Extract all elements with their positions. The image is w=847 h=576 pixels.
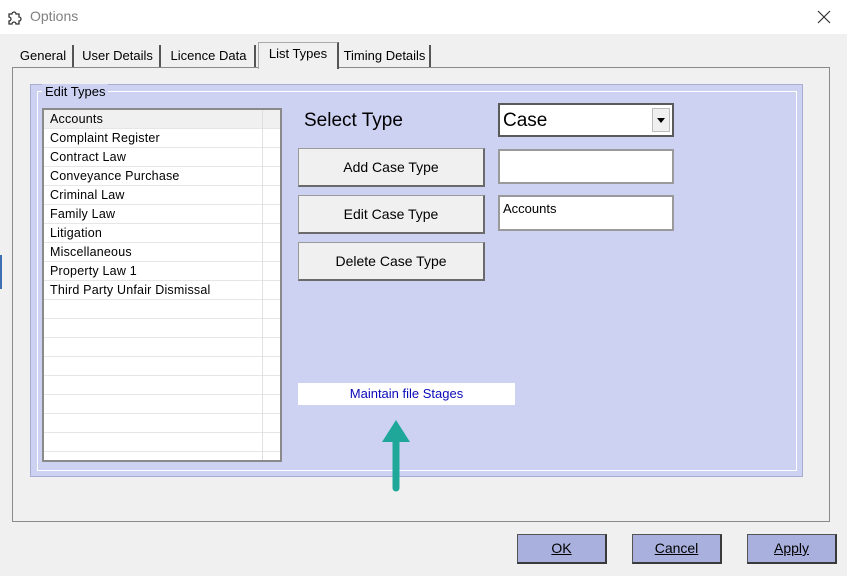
edit-case-type-button[interactable]: Edit Case Type bbox=[298, 195, 485, 234]
close-icon[interactable] bbox=[815, 8, 833, 26]
list-item[interactable]: Criminal Law bbox=[44, 186, 280, 205]
tab-timing-details[interactable]: Timing Details bbox=[340, 45, 431, 67]
maintain-file-stages-link[interactable]: Maintain file Stages bbox=[298, 383, 515, 405]
puzzle-piece-icon bbox=[8, 11, 22, 25]
list-item[interactable]: Miscellaneous bbox=[44, 243, 280, 262]
title-bar: Options bbox=[0, 0, 847, 34]
empty-list-row bbox=[44, 376, 280, 395]
window-title: Options bbox=[30, 8, 79, 24]
add-case-type-input[interactable] bbox=[498, 149, 674, 184]
list-column-divider bbox=[262, 110, 263, 460]
list-item[interactable]: Property Law 1 bbox=[44, 262, 280, 281]
tab-user-details[interactable]: User Details bbox=[76, 45, 161, 67]
edit-case-type-input[interactable]: Accounts bbox=[498, 195, 674, 231]
empty-list-row bbox=[44, 414, 280, 433]
edit-case-type-value: Accounts bbox=[503, 201, 557, 216]
arrow-up-icon bbox=[382, 420, 410, 492]
list-item[interactable]: Contract Law bbox=[44, 148, 280, 167]
empty-list-row bbox=[44, 338, 280, 357]
empty-list-row bbox=[44, 319, 280, 338]
edit-types-legend: Edit Types bbox=[42, 84, 109, 99]
list-item[interactable]: Accounts bbox=[44, 110, 280, 129]
select-type-label: Select Type bbox=[304, 110, 403, 131]
chevron-down-icon[interactable] bbox=[652, 108, 670, 132]
ok-button[interactable]: OK bbox=[517, 534, 607, 564]
delete-case-type-button[interactable]: Delete Case Type bbox=[298, 242, 485, 281]
cancel-button[interactable]: Cancel bbox=[632, 534, 722, 564]
window-edge-accent bbox=[0, 255, 2, 289]
list-item[interactable]: Conveyance Purchase bbox=[44, 167, 280, 186]
empty-list-row bbox=[44, 395, 280, 414]
select-type-value: Case bbox=[503, 110, 548, 131]
tab-list-types[interactable]: List Types bbox=[258, 42, 339, 69]
empty-list-row bbox=[44, 300, 280, 319]
apply-button[interactable]: Apply bbox=[747, 534, 837, 564]
tab-licence-data[interactable]: Licence Data bbox=[163, 45, 256, 67]
list-item[interactable]: Litigation bbox=[44, 224, 280, 243]
list-item[interactable]: Family Law bbox=[44, 205, 280, 224]
select-type-dropdown[interactable]: Case bbox=[498, 103, 674, 137]
tab-general[interactable]: General bbox=[14, 45, 74, 67]
empty-list-row bbox=[44, 357, 280, 376]
list-item[interactable]: Complaint Register bbox=[44, 129, 280, 148]
list-item[interactable]: Third Party Unfair Dismissal bbox=[44, 281, 280, 300]
empty-list-row bbox=[44, 433, 280, 452]
case-type-list[interactable]: Accounts Complaint Register Contract Law… bbox=[42, 108, 282, 462]
add-case-type-button[interactable]: Add Case Type bbox=[298, 148, 485, 187]
